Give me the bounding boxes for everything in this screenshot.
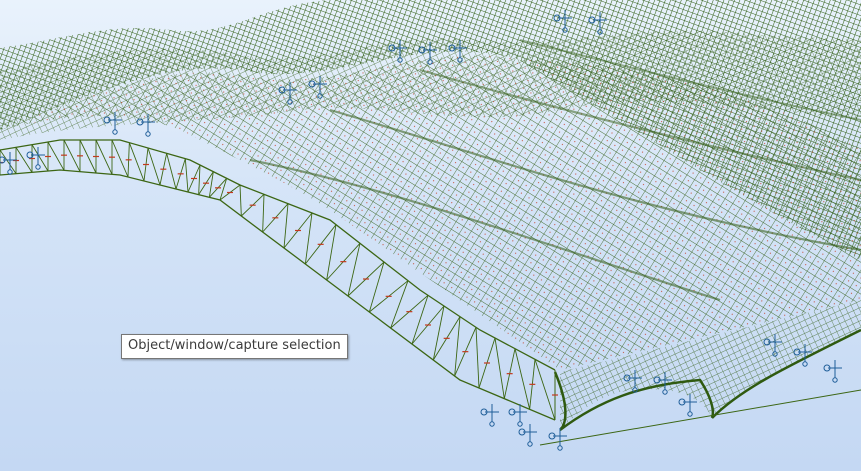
support-icon xyxy=(480,404,499,427)
truss-member xyxy=(514,348,531,410)
support-icon xyxy=(823,360,842,383)
truss-member xyxy=(347,243,361,297)
truss-member xyxy=(147,147,161,186)
truss-member xyxy=(475,327,480,389)
truss-member xyxy=(128,142,145,182)
truss-member xyxy=(166,153,177,190)
truss-member xyxy=(111,139,129,178)
truss-member xyxy=(184,158,189,193)
truss-member xyxy=(0,149,17,174)
3d-model-viewport[interactable]: Object/window/capture selection xyxy=(0,0,861,471)
tooltip: Object/window/capture selection xyxy=(121,334,348,359)
structural-model-canvas[interactable] xyxy=(0,0,861,471)
truss-member xyxy=(262,194,265,233)
truss-member xyxy=(15,147,33,173)
support-icon xyxy=(548,428,567,451)
support-icon xyxy=(518,424,537,447)
truss-member xyxy=(239,184,242,217)
truss-member xyxy=(198,164,201,195)
truss-member xyxy=(454,316,461,377)
truss-member xyxy=(283,203,289,249)
truss-member xyxy=(494,337,505,399)
support-icon xyxy=(26,147,45,170)
